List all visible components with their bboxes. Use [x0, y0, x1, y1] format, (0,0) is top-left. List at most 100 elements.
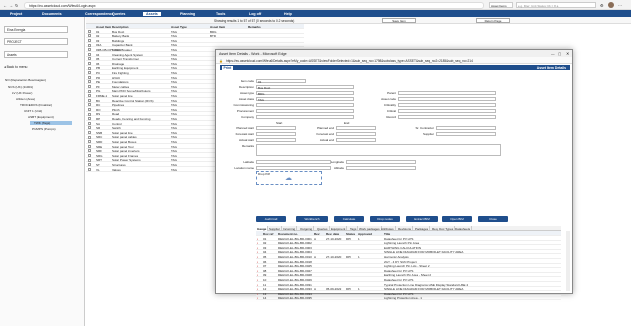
row-checkbox[interactable]	[88, 89, 91, 93]
row-checkbox[interactable]	[88, 121, 91, 125]
row-checkbox[interactable]	[88, 107, 91, 111]
row-checkbox[interactable]	[88, 144, 91, 148]
contractor-field[interactable]	[436, 125, 496, 131]
tree-item[interactable]: UNIT 1 (Unit)	[24, 109, 42, 113]
row-checkbox[interactable]	[88, 66, 91, 70]
maximize-icon[interactable]: ▢	[558, 52, 561, 56]
col-header[interactable]: Asset Item	[96, 25, 111, 29]
audit-trail-button[interactable]: Audit trail	[256, 216, 286, 222]
row-checkbox[interactable]	[88, 34, 91, 38]
return-button[interactable]: Return Page	[476, 18, 510, 23]
row-checkbox[interactable]	[88, 52, 91, 56]
row-checkbox[interactable]	[88, 117, 91, 121]
row-checkbox[interactable]	[88, 80, 91, 84]
address-bar[interactable]: https://eu.assetcloud.com/Wfeu6/Login.as…	[24, 1, 484, 9]
nav-documents[interactable]: Documents	[42, 12, 62, 16]
parent-field[interactable]	[398, 90, 496, 96]
menu-icon[interactable]: ⋯	[618, 3, 622, 8]
open-bim-button[interactable]: Open BIM	[442, 216, 472, 222]
planned-end-field[interactable]	[336, 125, 376, 131]
module-select[interactable]: Assets	[4, 51, 68, 58]
company-select[interactable]: Eina Energia	[4, 26, 68, 33]
forward-icon[interactable]: →	[9, 3, 13, 8]
row-checkbox[interactable]	[88, 158, 91, 162]
tree-item[interactable]: ASBT (Equipment)	[28, 115, 54, 119]
nav-help[interactable]: Help	[284, 12, 292, 16]
row-checkbox[interactable]	[88, 48, 91, 52]
back-to-menu-link[interactable]: ◂ Back to menu	[4, 65, 27, 69]
doc-col-header[interactable]: Approved	[358, 232, 372, 236]
nav-assets[interactable]: Assets	[143, 11, 161, 16]
procurement-field[interactable]	[256, 108, 354, 114]
close-icon[interactable]: ✕	[566, 51, 569, 56]
row-checkbox[interactable]	[88, 126, 91, 130]
supplier-field[interactable]	[436, 131, 496, 137]
longitude-field[interactable]	[346, 159, 416, 165]
project-select[interactable]: PROJECT	[4, 38, 68, 45]
row-checkbox[interactable]	[88, 71, 91, 75]
row-checkbox[interactable]	[88, 38, 91, 42]
minimize-icon[interactable]: —	[551, 52, 555, 56]
doc-col-header[interactable]: Title	[384, 232, 390, 236]
row-checkbox[interactable]	[88, 98, 91, 102]
asset-class-field[interactable]: TAG	[256, 96, 354, 102]
row-checkbox[interactable]	[88, 167, 91, 171]
nav-queries[interactable]: Queries	[112, 12, 125, 16]
actual-start-field[interactable]	[256, 137, 296, 143]
nav-planning[interactable]: Planning	[180, 12, 195, 16]
row-checkbox[interactable]	[88, 103, 91, 107]
doc-col-header[interactable]: Rev. date	[326, 232, 339, 236]
nav-logoff[interactable]: Log off	[249, 12, 261, 16]
col-header[interactable]: Asset Item	[210, 25, 225, 29]
print-button[interactable]: Print	[222, 65, 233, 70]
row-checkbox[interactable]	[88, 163, 91, 167]
tree-item[interactable]: TROCEDOS (Finalizar)	[20, 103, 52, 107]
row-checkbox[interactable]	[88, 149, 91, 153]
avatar[interactable]	[608, 1, 614, 8]
back-icon[interactable]: ←	[3, 3, 7, 8]
tree-item[interactable]: Alfolen (Area)	[16, 97, 35, 101]
workbench-button[interactable]: Workbench	[296, 216, 328, 222]
description-field[interactable]: Bus Duct	[256, 84, 354, 90]
refresh-icon[interactable]: ↻	[15, 3, 18, 8]
row-checkbox[interactable]	[88, 57, 91, 61]
actual-end-field[interactable]	[336, 137, 376, 143]
company-field[interactable]	[256, 114, 354, 120]
record-field[interactable]	[398, 114, 496, 120]
item-code-field[interactable]: 01	[256, 78, 306, 84]
tree-item[interactable]: LV (UK Power)	[12, 91, 32, 95]
col-header[interactable]: Remarks	[248, 25, 261, 29]
tree-item[interactable]: PUMPS (Pumps)	[32, 127, 56, 131]
search-input[interactable]: e.g. filter: Unit Status: ltb = 8 a	[516, 2, 596, 8]
commissioning-field[interactable]	[256, 102, 354, 108]
doc-col-header[interactable]: Doc ref	[263, 232, 273, 236]
row-checkbox[interactable]	[88, 130, 91, 134]
planned-start-field[interactable]	[256, 125, 296, 131]
row-checkbox[interactable]	[88, 153, 91, 157]
criticality-field[interactable]	[398, 102, 496, 108]
row-checkbox[interactable]	[88, 75, 91, 79]
extract-bim-button[interactable]: Extract BIM	[406, 216, 438, 222]
nav-project[interactable]: Project	[10, 12, 22, 16]
settings-icon[interactable]: ⚙	[600, 3, 604, 8]
drop-zone[interactable]: Drop Pdf ☁	[256, 171, 322, 185]
nav-tools[interactable]: Tools	[216, 12, 225, 16]
remarks-field[interactable]	[256, 143, 501, 156]
tree-item[interactable]: NCS (UK) (11001)	[8, 85, 33, 89]
tree-item[interactable]: NO (Reparación Boarmagten)	[5, 78, 46, 82]
pdf-icon[interactable]: ▪	[257, 296, 258, 300]
row-checkbox[interactable]	[88, 43, 91, 47]
altitude-field[interactable]	[346, 165, 416, 171]
asset-code-field[interactable]	[398, 96, 496, 102]
close-button[interactable]: Close	[478, 216, 508, 222]
doc-col-header[interactable]: Status	[346, 232, 355, 236]
row-checkbox[interactable]	[88, 140, 91, 144]
asset-type-field[interactable]: BDG	[256, 90, 354, 96]
tree-item-selected[interactable]: TWK (Tags)	[30, 121, 72, 125]
row-checkbox[interactable]	[88, 94, 91, 98]
doc-scrollbar[interactable]	[566, 231, 570, 291]
forecast-end-field[interactable]	[336, 131, 376, 137]
forecast-start-field[interactable]	[256, 131, 296, 137]
critical-field[interactable]	[398, 108, 496, 114]
row-checkbox[interactable]	[88, 61, 91, 65]
